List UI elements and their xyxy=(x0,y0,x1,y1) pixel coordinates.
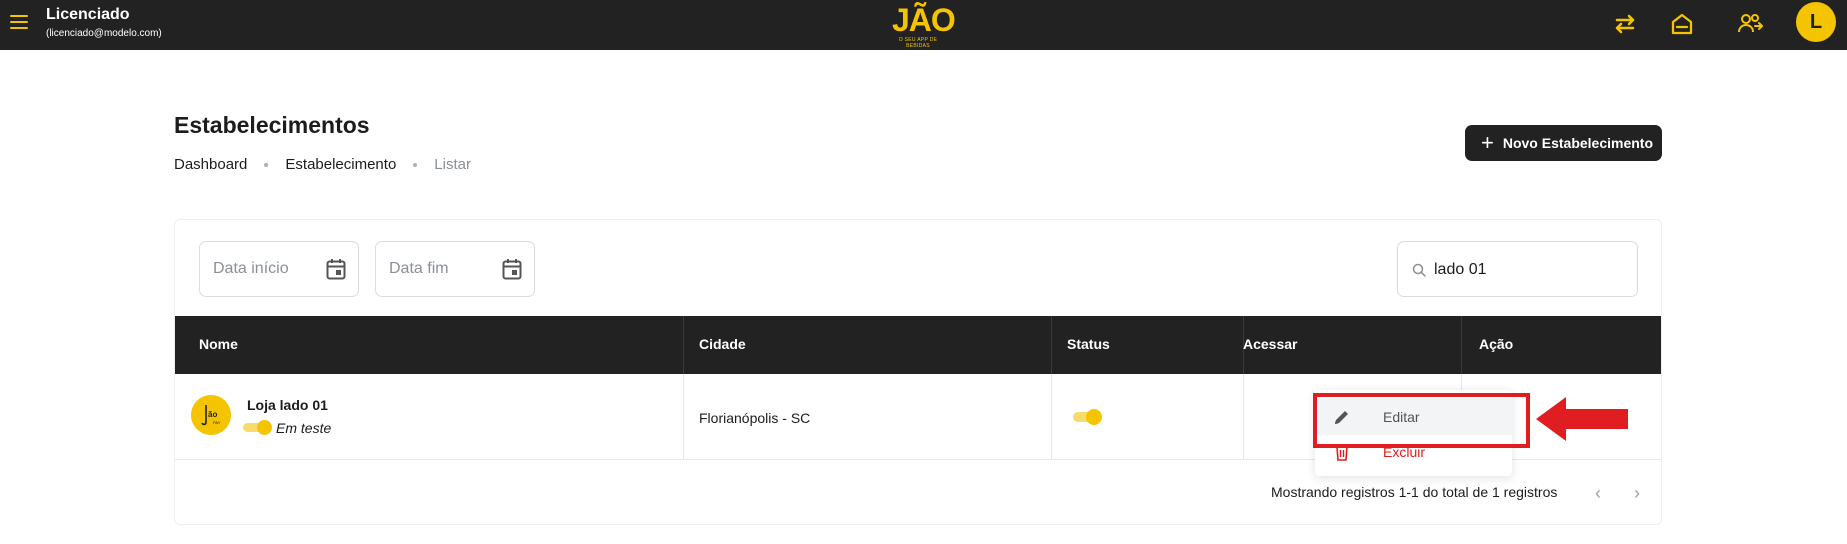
app-logo[interactable]: JÃO O SEU APP DE BEBIDAS xyxy=(892,0,956,49)
column-divider xyxy=(1243,374,1244,460)
plus-icon: + xyxy=(1481,130,1494,155)
column-header-acao[interactable]: Ação xyxy=(1479,336,1513,352)
end-date-field[interactable]: Data fim xyxy=(375,241,535,297)
store-city: Florianópolis - SC xyxy=(699,410,811,426)
new-establishment-label: Novo Estabelecimento xyxy=(1502,135,1654,151)
users-icon[interactable] xyxy=(1736,10,1764,38)
prev-page-icon[interactable]: ‹ xyxy=(1595,483,1601,504)
logo-text: JÃO xyxy=(892,2,956,38)
test-mode-toggle[interactable] xyxy=(243,420,273,435)
breadcrumb-separator xyxy=(264,162,269,167)
column-header-cidade[interactable]: Cidade xyxy=(699,336,746,352)
column-divider xyxy=(1051,316,1052,374)
column-divider xyxy=(1461,316,1462,374)
status-toggle[interactable] xyxy=(1073,409,1103,425)
top-bar: Licenciado (licenciado@modelo.com) JÃO O… xyxy=(0,0,1847,50)
user-name: Licenciado xyxy=(46,6,130,23)
end-date-placeholder: Data fim xyxy=(389,260,449,277)
calendar-icon[interactable] xyxy=(326,258,346,280)
column-header-nome[interactable]: Nome xyxy=(199,336,238,352)
column-header-acessar[interactable]: Acessar xyxy=(1243,336,1298,352)
breadcrumb: Dashboard Estabelecimento Listar xyxy=(174,156,471,173)
column-divider xyxy=(683,316,684,374)
user-avatar[interactable]: L xyxy=(1796,2,1836,42)
store-name[interactable]: Loja lado 01 xyxy=(247,397,328,413)
start-date-field[interactable]: Data início xyxy=(199,241,359,297)
store-mode-label: Em teste xyxy=(276,420,332,436)
establishments-card: Data início Data fim Nome Cidade Status xyxy=(174,219,1662,525)
menu-icon[interactable] xyxy=(10,15,30,31)
breadcrumb-separator xyxy=(413,162,418,167)
page-title: Estabelecimentos xyxy=(174,112,370,138)
swap-icon[interactable] xyxy=(1611,10,1639,38)
pointer-arrow-icon xyxy=(1536,397,1628,441)
user-email: (licenciado@modelo.com) xyxy=(46,28,162,39)
start-date-placeholder: Data início xyxy=(213,260,289,277)
breadcrumb-estabelecimento[interactable]: Estabelecimento xyxy=(285,156,396,173)
search-input[interactable] xyxy=(1434,257,1624,283)
calendar-icon[interactable] xyxy=(502,258,522,280)
table-header: Nome Cidade Status Acessar Ação xyxy=(175,316,1661,374)
logo-subtitle: O SEU APP DE BEBIDAS xyxy=(898,37,938,49)
svg-text:PAY: PAY xyxy=(213,420,221,425)
column-divider xyxy=(683,374,684,460)
pagination-summary: Mostrando registros 1-1 do total de 1 re… xyxy=(1271,484,1558,500)
new-establishment-button[interactable]: + Novo Estabelecimento xyxy=(1465,125,1662,161)
search-field[interactable] xyxy=(1397,241,1638,297)
column-divider xyxy=(1051,374,1052,460)
search-icon xyxy=(1412,263,1426,277)
breadcrumb-dashboard[interactable]: Dashboard xyxy=(174,156,247,173)
column-header-status[interactable]: Status xyxy=(1067,336,1110,352)
next-page-icon[interactable]: › xyxy=(1634,483,1640,504)
highlight-box xyxy=(1313,393,1530,448)
svg-text:ão: ão xyxy=(208,410,217,419)
home-icon[interactable] xyxy=(1668,10,1696,38)
breadcrumb-current: Listar xyxy=(434,156,471,173)
store-logo: ão PAY xyxy=(191,395,231,435)
